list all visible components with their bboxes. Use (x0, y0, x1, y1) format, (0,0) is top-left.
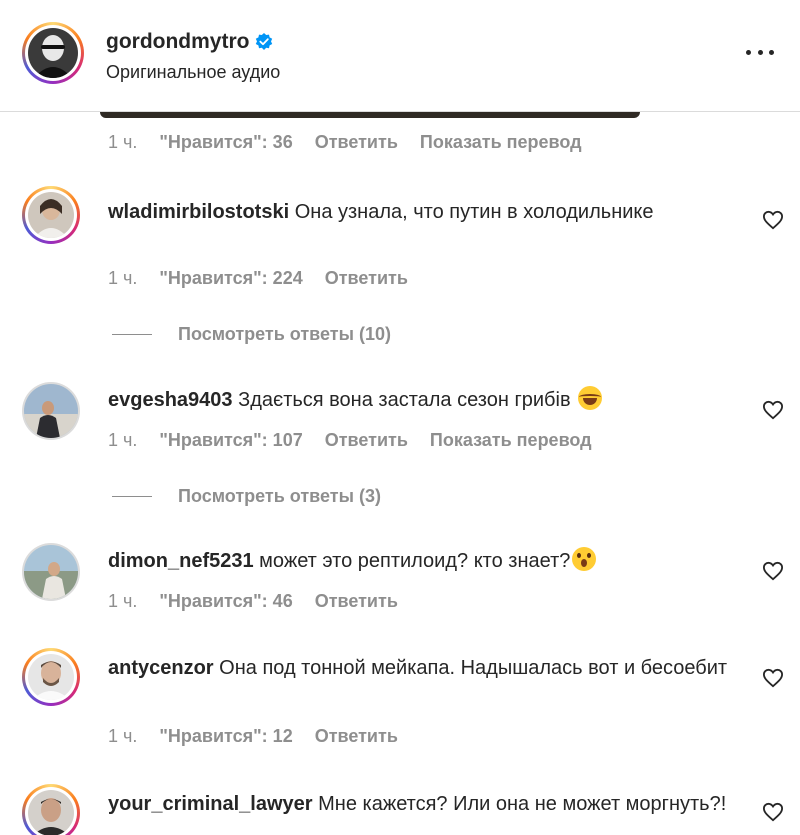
comment-text: dimon_nef5231 может это рептилоид? кто з… (108, 547, 738, 575)
astonished-face-icon (572, 547, 597, 571)
comment-username[interactable]: dimon_nef5231 (108, 550, 254, 572)
username-text[interactable]: gordondmytro (106, 30, 249, 54)
comment-meta: 1 ч. "Нравится": 12 Ответить (108, 726, 398, 747)
comment-meta: 1 ч. "Нравится": 46 Ответить (108, 591, 398, 612)
header-avatar[interactable] (22, 22, 84, 84)
comment-username[interactable]: evgesha9403 (108, 389, 233, 411)
view-replies-button[interactable]: Посмотреть ответы (3) (112, 486, 381, 507)
comment-time: 1 ч. (108, 430, 138, 450)
likes-count[interactable]: "Нравится": 107 (159, 430, 302, 451)
like-heart-icon[interactable] (762, 561, 784, 581)
likes-count[interactable]: "Нравится": 46 (159, 591, 292, 612)
commenter-avatar[interactable] (22, 186, 80, 244)
comment-body: Мне кажется? Или она не может моргнуть?! (318, 793, 727, 815)
comment-body: может это рептилоид? кто знает? (259, 550, 571, 572)
comment-time: 1 ч. (108, 132, 138, 152)
comment-body: Она узнала, что путин в холодильнике (294, 201, 654, 223)
laughing-face-icon (578, 386, 603, 410)
video-bottom-edge (100, 112, 640, 118)
comment-username[interactable]: your_criminal_lawyer (108, 793, 313, 815)
comment-meta: 1 ч. "Нравится": 224 Ответить (108, 268, 408, 289)
post-header: gordondmytro Оригинальное аудио (0, 0, 800, 112)
view-replies-label[interactable]: Посмотреть ответы (3) (178, 486, 381, 507)
like-heart-icon[interactable] (762, 802, 784, 822)
reply-button[interactable]: Ответить (325, 430, 408, 451)
reply-button[interactable]: Ответить (325, 268, 408, 289)
replies-divider (112, 334, 152, 335)
likes-count[interactable]: "Нравится": 12 (159, 726, 292, 747)
comment-meta: 1 ч. "Нравится": 36 Ответить Показать пе… (108, 132, 582, 153)
header-username[interactable]: gordondmytro (106, 30, 273, 54)
more-options-icon[interactable] (746, 42, 774, 62)
comment-text: wladimirbilostotski Она узнала, что пути… (108, 198, 738, 226)
likes-count[interactable]: "Нравится": 224 (159, 268, 302, 289)
verified-badge-icon (256, 33, 273, 50)
audio-subtitle[interactable]: Оригинальное аудио (106, 62, 280, 83)
commenter-avatar[interactable] (22, 382, 80, 440)
reply-button[interactable]: Ответить (315, 726, 398, 747)
comment-text: evgesha9403 Здається вона застала сезон … (108, 386, 738, 414)
comment-body: Здається вона застала сезон грибів (238, 389, 571, 411)
like-heart-icon[interactable] (762, 668, 784, 688)
comment-username[interactable]: antycenzor (108, 657, 214, 679)
comment-body: Она под тонной мейкапа. Надышалась вот и… (219, 657, 728, 679)
like-heart-icon[interactable] (762, 210, 784, 230)
comment-time: 1 ч. (108, 726, 138, 746)
commenter-avatar[interactable] (22, 543, 80, 601)
like-heart-icon[interactable] (762, 400, 784, 420)
view-replies-label[interactable]: Посмотреть ответы (10) (178, 324, 391, 345)
likes-count[interactable]: "Нравится": 36 (159, 132, 292, 153)
comment-text: antycenzor Она под тонной мейкапа. Надыш… (108, 654, 738, 682)
show-translation-button[interactable]: Показать перевод (430, 430, 592, 451)
comment-time: 1 ч. (108, 268, 138, 288)
commenter-avatar[interactable] (22, 784, 80, 835)
comment-text: your_criminal_lawyer Мне кажется? Или он… (108, 790, 738, 818)
commenter-avatar[interactable] (22, 648, 80, 706)
comment-time: 1 ч. (108, 591, 138, 611)
show-translation-button[interactable]: Показать перевод (420, 132, 582, 153)
comment-meta: 1 ч. "Нравится": 107 Ответить Показать п… (108, 430, 592, 451)
comment-username[interactable]: wladimirbilostotski (108, 201, 289, 223)
replies-divider (112, 496, 152, 497)
reply-button[interactable]: Ответить (315, 591, 398, 612)
reply-button[interactable]: Ответить (315, 132, 398, 153)
view-replies-button[interactable]: Посмотреть ответы (10) (112, 324, 391, 345)
